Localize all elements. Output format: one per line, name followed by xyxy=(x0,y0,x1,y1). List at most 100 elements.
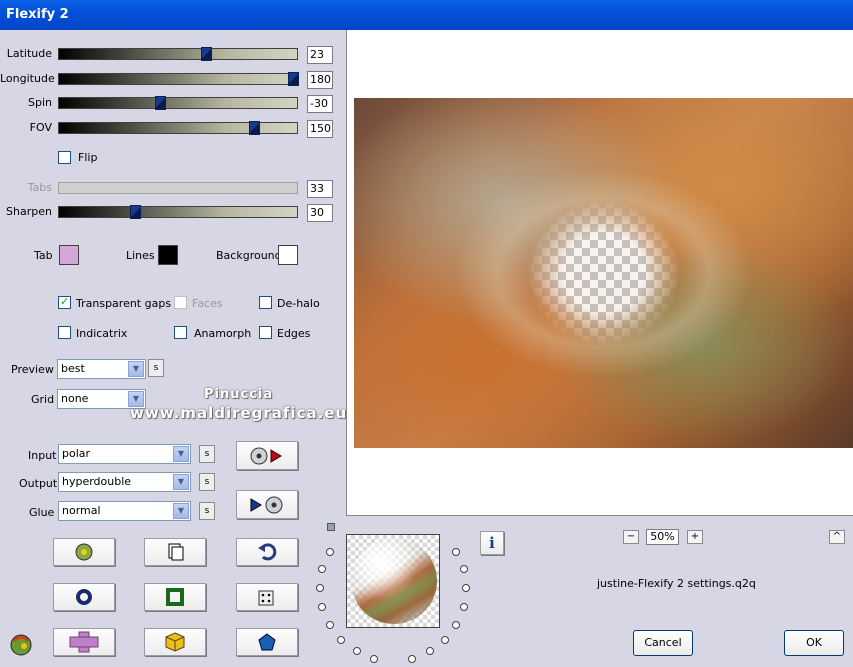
watermark-line1: Pinuccia xyxy=(204,387,274,402)
chevron-down-icon: ▼ xyxy=(173,474,189,490)
cancel-button[interactable]: Cancel xyxy=(633,630,693,656)
ring-button[interactable] xyxy=(53,583,115,611)
gear-globe-icon xyxy=(75,543,93,561)
input-s-button[interactable]: s xyxy=(199,445,215,463)
square-button[interactable] xyxy=(144,583,206,611)
orientation-handle[interactable] xyxy=(327,523,335,531)
ring-dot xyxy=(352,647,361,656)
ok-button[interactable]: OK xyxy=(784,630,844,656)
edges-label: Edges xyxy=(277,327,311,340)
anamorph-label: Anamorph xyxy=(194,327,252,340)
preview-image xyxy=(354,98,853,448)
latitude-slider-thumb[interactable] xyxy=(201,47,212,61)
preview-mode-value: best xyxy=(61,362,85,375)
ring-dot xyxy=(325,620,334,629)
square-icon xyxy=(166,588,184,606)
glue-s-button[interactable]: s xyxy=(199,502,215,520)
convert-backward-button[interactable] xyxy=(236,490,298,519)
info-icon: i xyxy=(489,534,495,552)
longitude-slider-thumb[interactable] xyxy=(288,72,299,86)
transparent-gaps-checkbox[interactable]: ✓ xyxy=(58,295,71,309)
de-halo-checkbox[interactable] xyxy=(259,296,272,309)
ring-dot xyxy=(452,547,461,556)
output-value: hyperdouble xyxy=(62,475,132,488)
fov-slider-thumb[interactable] xyxy=(249,121,260,135)
sharpen-value-field[interactable]: 30 xyxy=(307,204,333,222)
tab-color-label: Tab xyxy=(34,249,53,262)
pentagon-button[interactable] xyxy=(236,628,298,656)
chevron-down-icon: ▼ xyxy=(128,361,144,377)
tabs-label: Tabs xyxy=(27,181,52,194)
fov-slider[interactable] xyxy=(58,121,298,135)
ring-dot xyxy=(440,635,449,644)
edges-checkbox[interactable] xyxy=(259,326,272,339)
lines-color-swatch[interactable] xyxy=(158,245,178,265)
lines-color-label: Lines xyxy=(126,249,155,262)
tabs-slider xyxy=(58,182,298,194)
spin-slider-thumb[interactable] xyxy=(155,96,166,110)
ring-icon xyxy=(76,589,92,605)
latitude-label: Latitude xyxy=(6,47,52,60)
watermark: Pinuccia www.maldiregrafica.eu xyxy=(130,386,347,422)
anamorph-checkbox[interactable] xyxy=(174,326,187,339)
convert-forward-button[interactable] xyxy=(236,441,298,470)
spin-label: Spin xyxy=(28,96,52,109)
check-icon: ✓ xyxy=(60,295,70,308)
longitude-value-field[interactable]: 180 xyxy=(307,71,333,89)
output-s-button[interactable]: s xyxy=(199,473,215,491)
cube-button[interactable] xyxy=(144,628,206,656)
scroll-up-button[interactable]: ^ xyxy=(829,530,845,544)
settings-filename: justine-Flexify 2 settings.q2q xyxy=(597,577,756,590)
de-halo-label: De-halo xyxy=(277,297,320,310)
flip-checkbox[interactable] xyxy=(58,151,71,164)
sharpen-slider-thumb[interactable] xyxy=(130,205,141,219)
input-select[interactable]: polar ▼ xyxy=(58,444,191,464)
longitude-slider[interactable] xyxy=(58,72,299,86)
faces-label: Faces xyxy=(192,297,223,310)
chevron-down-icon: ▼ xyxy=(173,446,189,462)
latitude-value-field[interactable]: 23 xyxy=(307,46,333,64)
spin-slider[interactable] xyxy=(58,96,298,110)
tab-color-swatch[interactable] xyxy=(59,245,79,265)
preview-mode-select[interactable]: best ▼ xyxy=(57,359,146,379)
ring-dot xyxy=(325,547,334,556)
indicatrix-label: Indicatrix xyxy=(76,327,128,340)
output-label: Output xyxy=(19,477,58,490)
watermark-line2: www.maldiregrafica.eu xyxy=(130,404,348,422)
grid-label: Grid xyxy=(31,393,55,406)
ring-dot xyxy=(337,635,346,644)
cube-icon xyxy=(165,632,185,652)
undo-icon xyxy=(258,543,277,561)
ring-dot xyxy=(459,565,468,574)
grid-value: none xyxy=(61,392,89,405)
glue-select[interactable]: normal ▼ xyxy=(58,501,191,521)
longitude-label: Longitude xyxy=(0,72,55,85)
faces-checkbox xyxy=(174,296,187,309)
zoom-level: 50% xyxy=(646,529,679,545)
input-label: Input xyxy=(28,449,57,462)
info-button[interactable]: i xyxy=(480,531,504,555)
sharpen-label: Sharpen xyxy=(6,205,52,218)
copy-button[interactable] xyxy=(144,538,206,566)
background-color-swatch[interactable] xyxy=(278,245,298,265)
fov-value-field[interactable]: 150 xyxy=(307,120,333,138)
fov-label: FOV xyxy=(29,121,52,134)
spin-value-field[interactable]: -30 xyxy=(307,95,333,113)
preview-s-button[interactable]: s xyxy=(148,359,164,377)
cross-button[interactable] xyxy=(53,628,115,656)
output-select[interactable]: hyperdouble ▼ xyxy=(58,472,191,492)
zoom-out-button[interactable]: − xyxy=(623,530,639,544)
dice-button[interactable] xyxy=(236,583,298,611)
sharpen-slider[interactable] xyxy=(58,205,298,219)
window-title: Flexify 2 xyxy=(0,0,853,30)
ring-dot xyxy=(316,584,324,592)
globe-preview[interactable] xyxy=(346,534,440,628)
latitude-slider[interactable] xyxy=(58,47,298,61)
undo-button[interactable] xyxy=(236,538,298,566)
dice-icon xyxy=(258,590,274,606)
randomize-button[interactable] xyxy=(53,538,115,566)
cross-icon xyxy=(69,631,99,653)
glue-value: normal xyxy=(62,504,101,517)
indicatrix-checkbox[interactable] xyxy=(58,326,71,339)
zoom-in-button[interactable]: + xyxy=(687,530,703,544)
